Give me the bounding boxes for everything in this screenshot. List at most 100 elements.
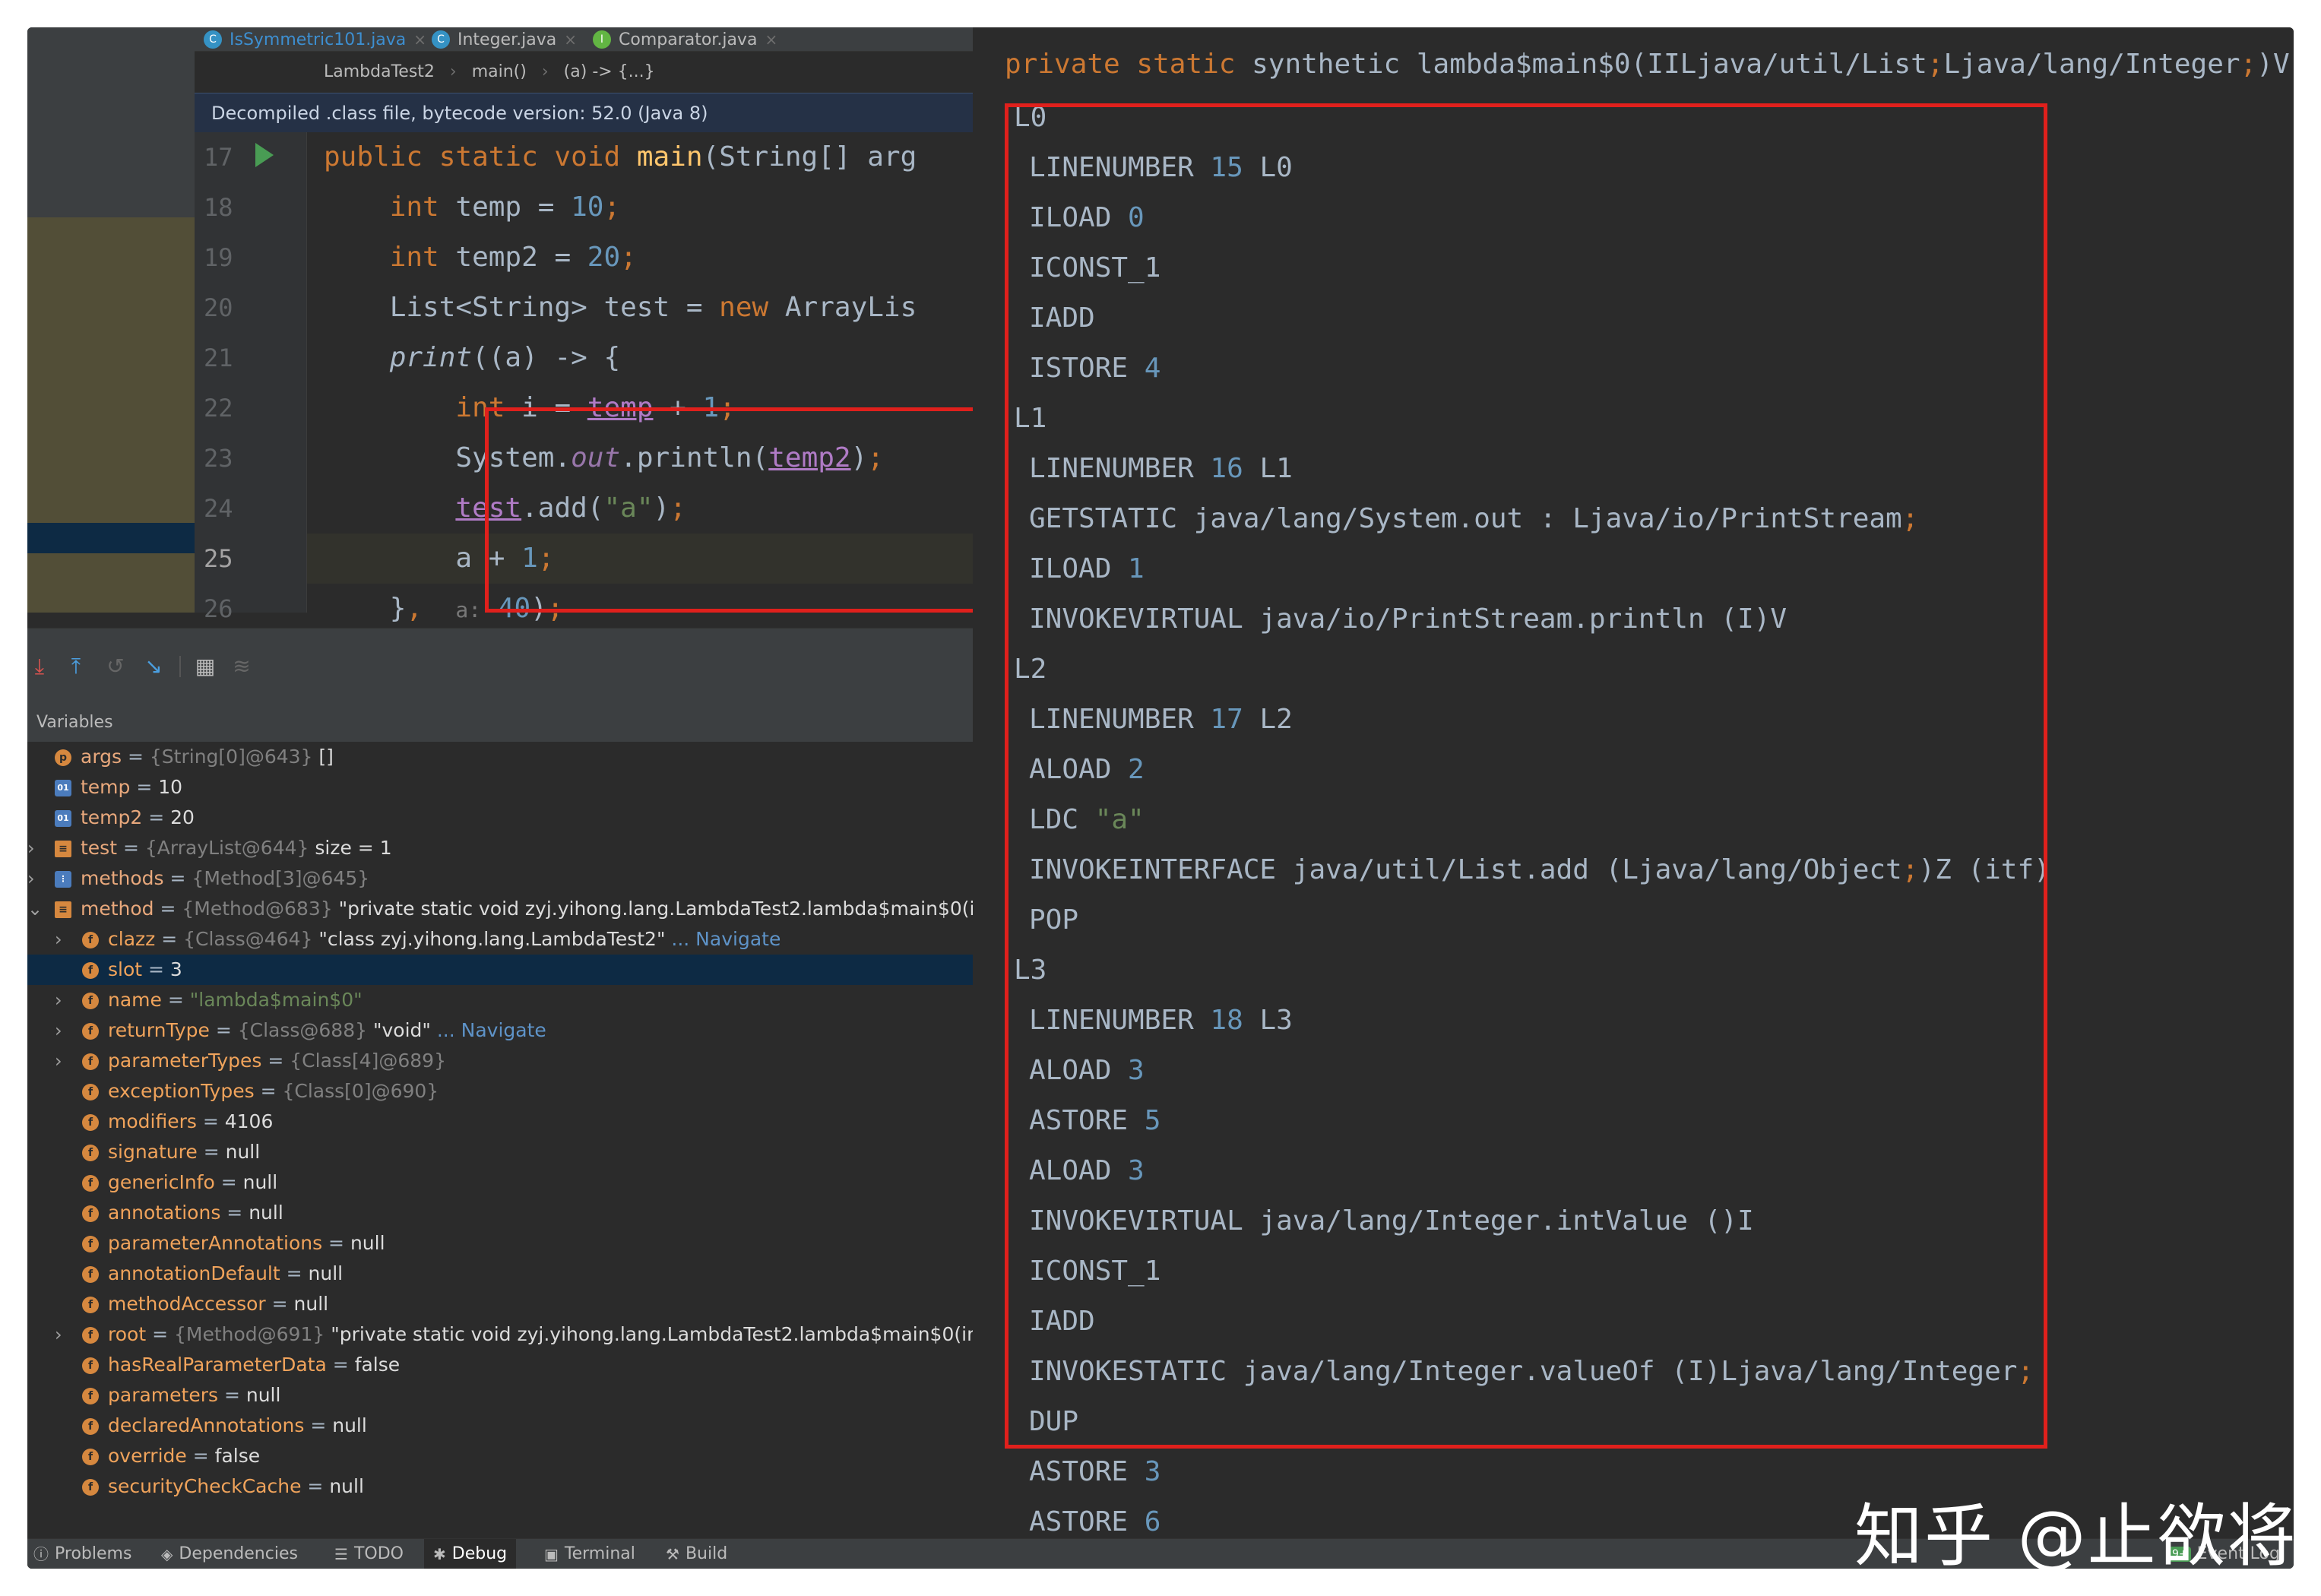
breadcrumb-lambda[interactable]: (a) -> {...} [564, 62, 655, 81]
field-row[interactable]: f signature = null [27, 1137, 973, 1167]
code-line: 17 public static void main(String[] arg [195, 132, 973, 182]
code-text: public static void main(String[] arg [324, 141, 917, 173]
tab-comparator[interactable]: I Comparator.java × [584, 27, 787, 52]
field-row[interactable]: f declaredAnnotations = null [27, 1411, 973, 1441]
variable-row[interactable]: 01 temp2 = 20 [27, 803, 973, 833]
field-row[interactable]: f modifiers = 4106 [27, 1107, 973, 1137]
chevron-right-icon[interactable]: › [55, 1046, 62, 1076]
field-row[interactable]: f annotationDefault = null [27, 1259, 973, 1289]
field-row[interactable]: › f root = {Method@691} "private static … [27, 1319, 973, 1350]
tab-todo[interactable]: ☰ TODO [334, 1539, 404, 1569]
field-value: "void" [367, 1019, 431, 1041]
field-row[interactable]: › f clazz = {Class@464} "class zyj.yihon… [27, 924, 973, 955]
variable-name: method [81, 898, 154, 920]
field-row[interactable]: f override = false [27, 1441, 973, 1471]
navigate-link[interactable]: ... Navigate [665, 928, 781, 950]
navigate-link[interactable]: ... Navigate [431, 1019, 546, 1041]
field-row[interactable]: f securityCheckCache = null [27, 1471, 973, 1502]
close-icon[interactable]: × [765, 30, 777, 49]
field-row[interactable]: f hasRealParameterData = false [27, 1350, 973, 1380]
array-icon: ⋮ [55, 871, 71, 888]
code-text: print((a) -> { [389, 342, 621, 373]
variables-tree[interactable]: p args = {String[0]@643} [] 01 temp = 10… [27, 742, 973, 1538]
equals-sign: = [304, 1414, 333, 1436]
run-icon[interactable] [255, 143, 274, 167]
variable-row-expanded[interactable]: ⌄ ≡ method = {Method@683} "private stati… [27, 894, 973, 924]
equals-sign: = [214, 1171, 243, 1193]
field-row[interactable]: f exceptionTypes = {Class[0]@690} [27, 1076, 973, 1107]
variable-value: [] [312, 746, 334, 768]
equals-sign: = [154, 898, 182, 920]
step-into-icon[interactable]: ⤓ [27, 654, 52, 679]
variable-row[interactable]: p args = {String[0]@643} [] [27, 742, 973, 772]
primitive-icon: 01 [55, 810, 71, 827]
drop-frame-icon[interactable]: ↺ [103, 654, 128, 679]
field-name: hasRealParameterData [108, 1354, 327, 1376]
close-icon[interactable]: × [564, 30, 577, 49]
equals-sign: = [196, 1110, 225, 1132]
field-value: null [225, 1141, 261, 1163]
field-row[interactable]: f parameters = null [27, 1380, 973, 1411]
field-icon: f [82, 1236, 99, 1252]
chevron-right-icon[interactable]: › [55, 1015, 62, 1046]
field-name: slot [108, 958, 143, 980]
tab-dependencies[interactable]: ◈ Dependencies [161, 1539, 298, 1569]
field-name: genericInfo [108, 1171, 215, 1193]
list-icon: ☰ [334, 1545, 348, 1563]
tab-label: Debug [451, 1544, 508, 1563]
trace-icon[interactable]: ≋ [230, 654, 254, 679]
equals-sign: = [265, 1293, 294, 1315]
field-type: {Class@688} [237, 1019, 368, 1041]
field-row[interactable]: › f returnType = {Class@688} "void" ... … [27, 1015, 973, 1046]
tab-terminal[interactable]: ▣ Terminal [544, 1539, 635, 1569]
code-text: List<String> test = new ArrayLis [324, 292, 917, 323]
variable-name: temp2 [81, 806, 143, 828]
chevron-right-icon[interactable]: › [55, 1319, 62, 1350]
field-icon: f [82, 1297, 99, 1313]
field-row[interactable]: › f name = "lambda$main$0" [27, 985, 973, 1015]
equals-sign: = [161, 989, 190, 1011]
primitive-icon: 01 [55, 780, 71, 796]
variable-row[interactable]: 01 temp = 10 [27, 772, 973, 803]
field-row[interactable]: f annotations = null [27, 1198, 973, 1228]
tab-build[interactable]: ⚒ Build [666, 1539, 727, 1569]
breadcrumb-method[interactable]: main() [472, 62, 527, 81]
scope-highlight [27, 217, 195, 613]
tab-issymmetric101[interactable]: C IsSymmetric101.java × [195, 27, 435, 52]
highlight-box-bytecode [1005, 103, 2047, 1449]
field-row[interactable]: › f parameterTypes = {Class[4]@689} [27, 1046, 973, 1076]
variable-row[interactable]: › ⋮ methods = {Method[3]@645} [27, 863, 973, 894]
field-row[interactable]: f genericInfo = null [27, 1167, 973, 1198]
java-class-icon: C [204, 30, 222, 49]
equals-sign: = [186, 1445, 215, 1467]
run-to-cursor-icon[interactable]: ↘ [141, 654, 166, 679]
field-value: null [293, 1293, 329, 1315]
variable-type: {ArrayList@644} [144, 837, 309, 859]
field-icon: f [82, 1053, 99, 1070]
tab-integer[interactable]: C Integer.java × [423, 27, 586, 52]
variable-name: test [81, 837, 118, 859]
tab-problems[interactable]: ⓘ Problems [33, 1539, 131, 1569]
evaluate-expression-icon[interactable]: ▦ [193, 654, 217, 679]
variable-row[interactable]: › ≡ test = {ArrayList@644} size = 1 [27, 833, 973, 863]
field-icon: f [82, 1449, 99, 1465]
bytecode-line: ASTORE 6 [1029, 1506, 1161, 1537]
field-value: 4106 [224, 1110, 274, 1132]
field-row[interactable]: f methodAccessor = null [27, 1289, 973, 1319]
equals-sign: = [280, 1262, 309, 1284]
chevron-right-icon[interactable]: › [27, 833, 35, 863]
breadcrumb-class[interactable]: LambdaTest2 [324, 62, 435, 81]
field-name: name [108, 989, 162, 1011]
field-name: parameters [108, 1384, 219, 1406]
chevron-down-icon[interactable]: ⌄ [27, 894, 43, 924]
tab-debug[interactable]: ✱ Debug [424, 1539, 517, 1569]
step-out-icon[interactable]: ⤒ [64, 654, 88, 679]
terminal-icon: ▣ [544, 1545, 559, 1563]
field-row[interactable]: f parameterAnnotations = null [27, 1228, 973, 1259]
chevron-right-icon[interactable]: › [55, 985, 62, 1015]
field-row-selected[interactable]: f slot = 3 [27, 955, 973, 985]
chevron-right-icon[interactable]: › [55, 924, 62, 955]
field-icon: f [82, 1266, 99, 1283]
chevron-right-icon[interactable]: › [27, 863, 35, 894]
field-icon: f [82, 1205, 99, 1222]
